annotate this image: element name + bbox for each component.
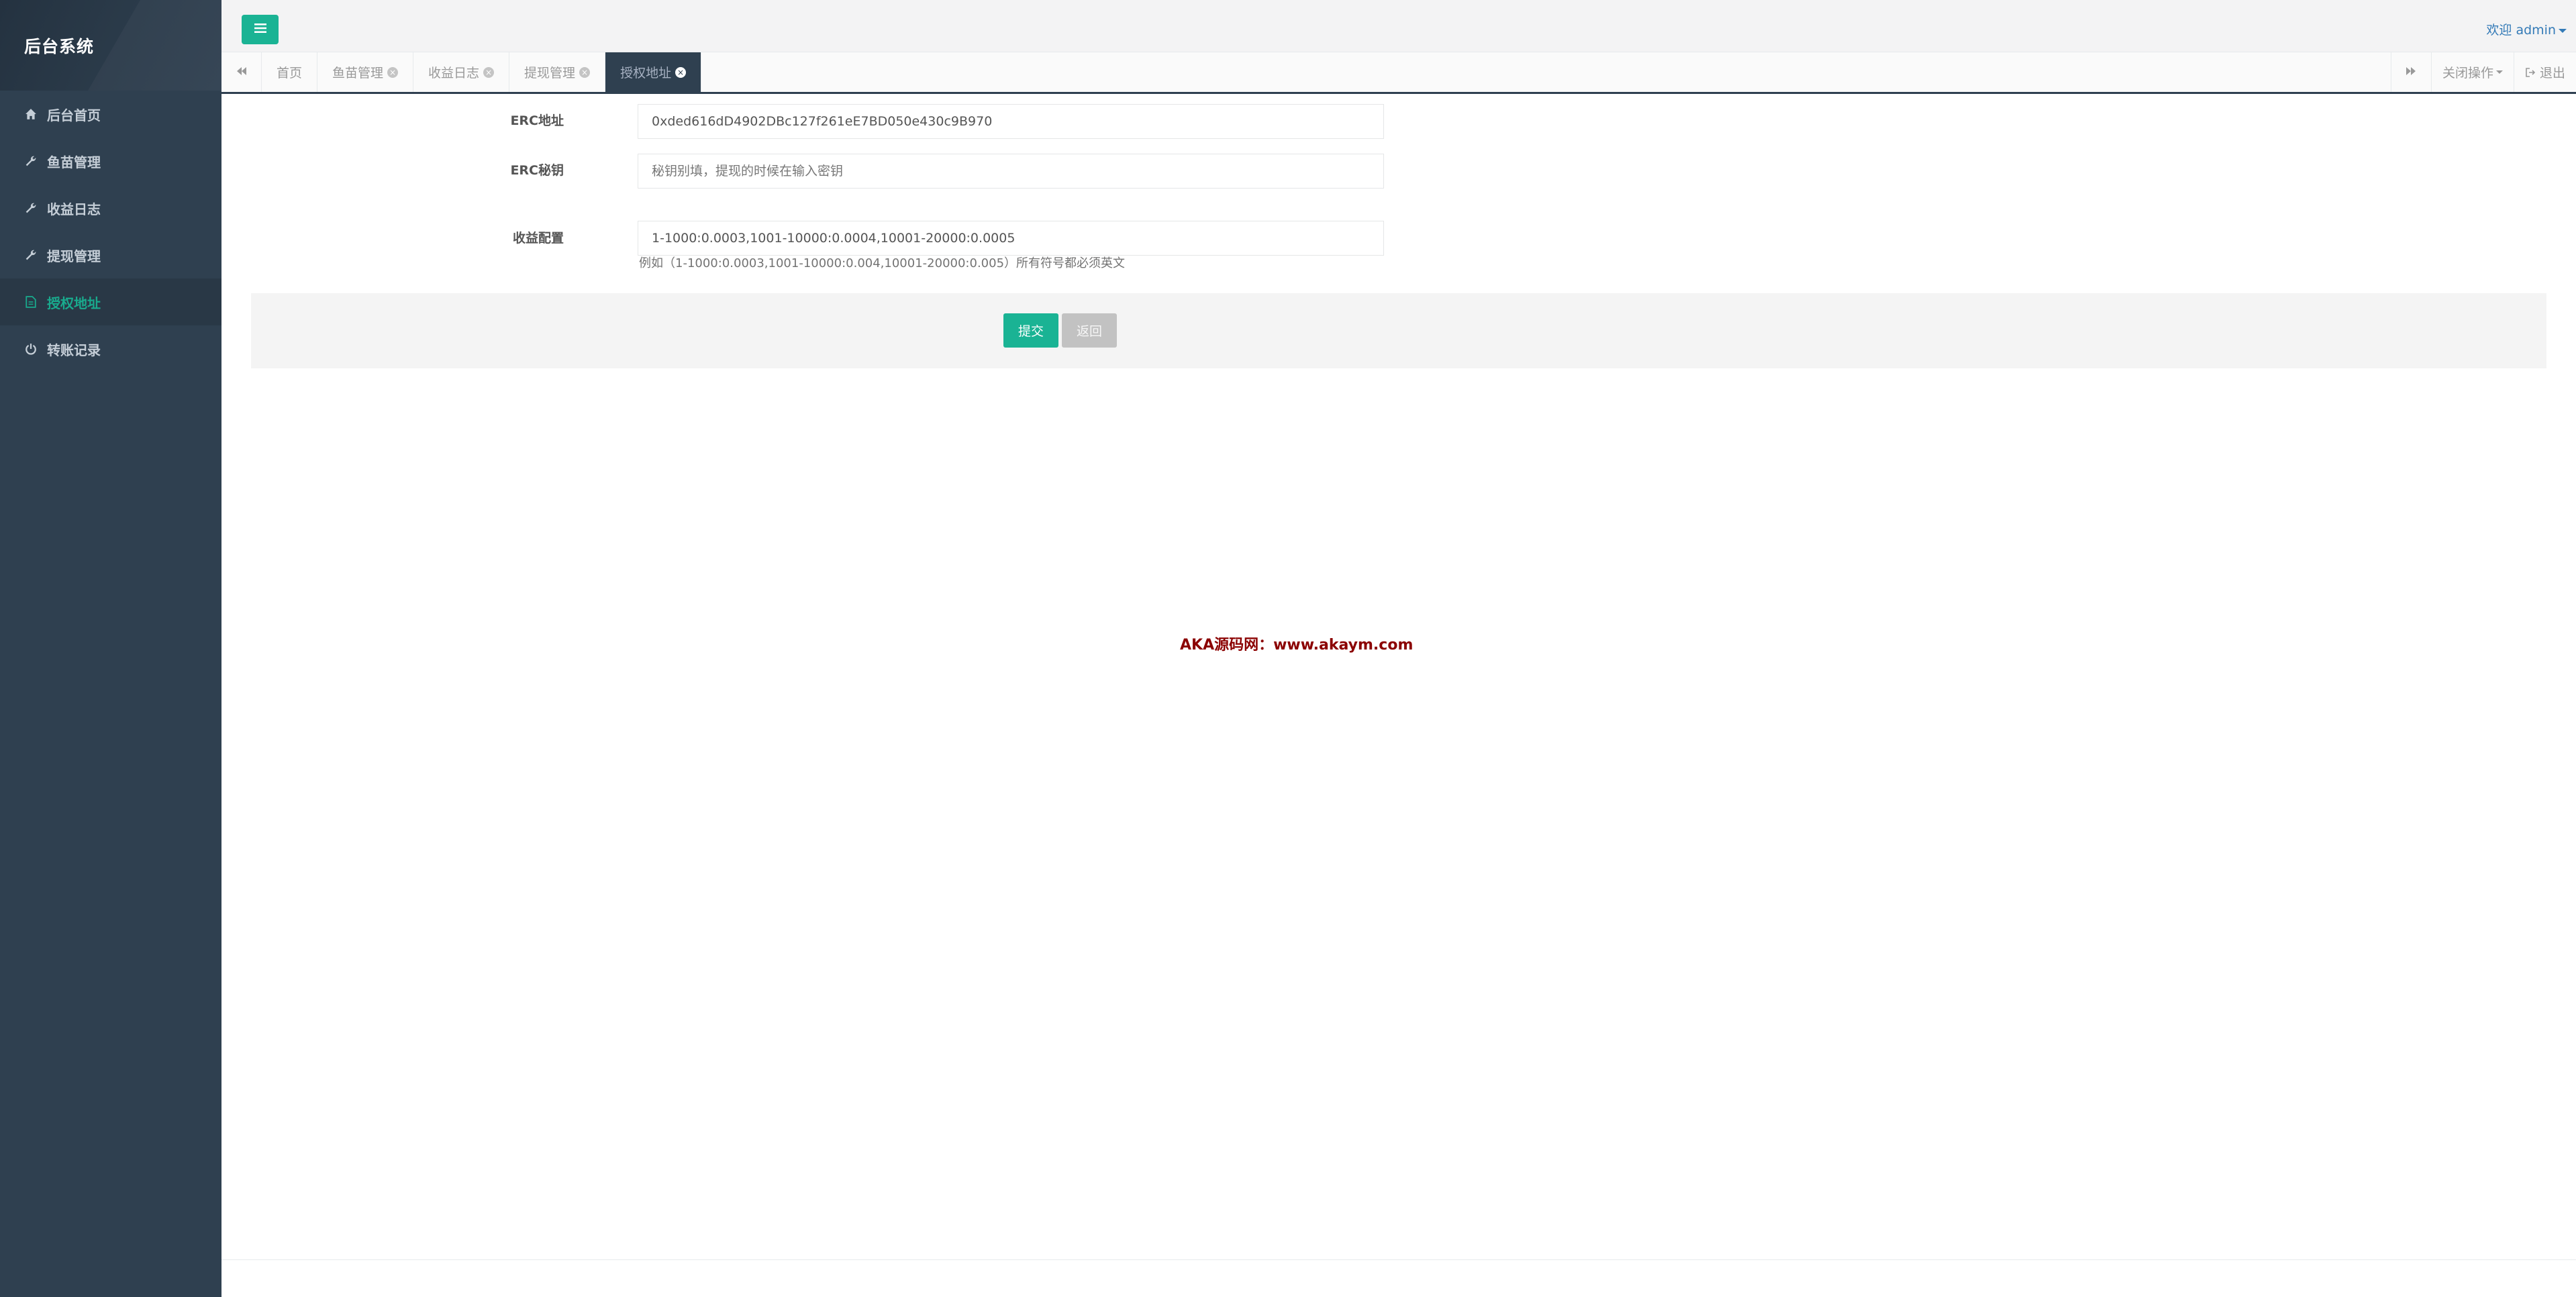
logout-label: 退出: [2539, 66, 2565, 81]
home-icon: [24, 107, 38, 121]
brand: 后台系统: [0, 0, 221, 91]
tab-label: 收益日志: [428, 66, 480, 81]
erc-secret-label: ERC秘钥: [510, 163, 564, 178]
caret-down-icon: [2559, 28, 2567, 33]
income-config-help: 例如（1-1000:0.0003,1001-10000:0.004,10001-…: [639, 256, 1126, 270]
wrench-icon: [24, 248, 38, 262]
tab-auth-address[interactable]: 授权地址 ×: [605, 52, 702, 92]
app-title: 后台系统: [24, 37, 95, 56]
tab-label: 授权地址: [620, 66, 672, 81]
erc-secret-input[interactable]: [638, 154, 1384, 189]
top-bar: 欢迎 admin: [221, 0, 2576, 52]
sidebar-item-label: 提现管理: [47, 248, 101, 264]
sidebar-item-auth-address[interactable]: 授权地址: [0, 278, 221, 325]
watermark-text: AKA源码网：www.akaym.com: [1180, 637, 1414, 654]
page-tabs: 首页 鱼苗管理 × 收益日志 × 提现管理 × 授权地址 ×: [262, 52, 702, 92]
footer-divider: [221, 1259, 2576, 1260]
sidebar-item-label: 授权地址: [47, 295, 101, 311]
tab-withdraw[interactable]: 提现管理 ×: [509, 52, 606, 92]
close-operations-dropdown[interactable]: 关闭操作: [2430, 52, 2514, 92]
sidebar-nav: 后台首页 鱼苗管理 收益日志 提现管理 授权地址 转账记录: [0, 91, 221, 372]
sidebar-item-income-log[interactable]: 收益日志: [0, 185, 221, 231]
submit-button[interactable]: 提交: [1003, 313, 1058, 348]
close-ops-label: 关闭操作: [2442, 66, 2493, 81]
sidebar-item-label: 鱼苗管理: [47, 154, 101, 170]
user-menu-dropdown[interactable]: 欢迎 admin: [2486, 20, 2567, 38]
sidebar-item-label: 后台首页: [47, 107, 101, 123]
double-chevron-right-icon: [2405, 66, 2417, 79]
sidebar-item-home[interactable]: 后台首页: [0, 91, 221, 138]
income-config-input[interactable]: [638, 221, 1384, 256]
sidebar: 后台系统 后台首页 鱼苗管理 收益日志 提现管理 授权地址 转账记录: [0, 0, 221, 1297]
sign-out-icon: [2525, 67, 2536, 78]
close-icon[interactable]: ×: [483, 66, 495, 78]
erc-address-label: ERC地址: [510, 113, 564, 128]
close-icon[interactable]: ×: [675, 66, 687, 78]
welcome-text: 欢迎 admin: [2486, 23, 2556, 38]
sidebar-item-transfer-records[interactable]: 转账记录: [0, 325, 221, 372]
tab-label: 提现管理: [524, 66, 576, 81]
hamburger-icon: [254, 23, 267, 36]
menu-toggle-button[interactable]: [242, 15, 279, 44]
close-icon[interactable]: ×: [579, 66, 591, 78]
wrench-icon: [24, 154, 38, 168]
caret-down-icon: [2495, 70, 2503, 74]
sidebar-item-label: 收益日志: [47, 201, 101, 217]
sidebar-item-withdraw[interactable]: 提现管理: [0, 231, 221, 278]
main-content: ERC地址 ERC秘钥 收益配置 例如（1-1000:0.0003,1001-1…: [221, 94, 2576, 1297]
admin-app: 后台系统 后台首页 鱼苗管理 收益日志 提现管理 授权地址 转账记录 欢迎 ad…: [0, 0, 2576, 1297]
tab-fry-management[interactable]: 鱼苗管理 ×: [317, 52, 414, 92]
income-config-label: 收益配置: [512, 231, 564, 246]
file-icon: [24, 295, 38, 309]
tab-home[interactable]: 首页: [262, 52, 318, 92]
power-icon: [24, 342, 38, 356]
double-chevron-left-icon: [236, 66, 248, 79]
tab-income-log[interactable]: 收益日志 ×: [413, 52, 510, 92]
tab-scroll-right-button[interactable]: [2390, 52, 2431, 92]
sidebar-item-label: 转账记录: [47, 342, 101, 358]
tab-label: 首页: [277, 66, 303, 81]
close-icon[interactable]: ×: [387, 66, 399, 78]
sidebar-item-fry-management[interactable]: 鱼苗管理: [0, 138, 221, 185]
wrench-icon: [24, 201, 38, 215]
erc-address-input[interactable]: [638, 104, 1384, 139]
form-actions: 提交 返回: [251, 293, 2546, 368]
tabs-right-controls: 关闭操作 退出: [2390, 52, 2576, 92]
back-button[interactable]: 返回: [1062, 313, 1117, 348]
tabs-bar: 首页 鱼苗管理 × 收益日志 × 提现管理 × 授权地址 × 关闭操作 退出: [221, 52, 2576, 94]
tab-scroll-left-button[interactable]: [221, 52, 262, 92]
logout-button[interactable]: 退出: [2513, 52, 2576, 92]
tab-label: 鱼苗管理: [332, 66, 384, 81]
